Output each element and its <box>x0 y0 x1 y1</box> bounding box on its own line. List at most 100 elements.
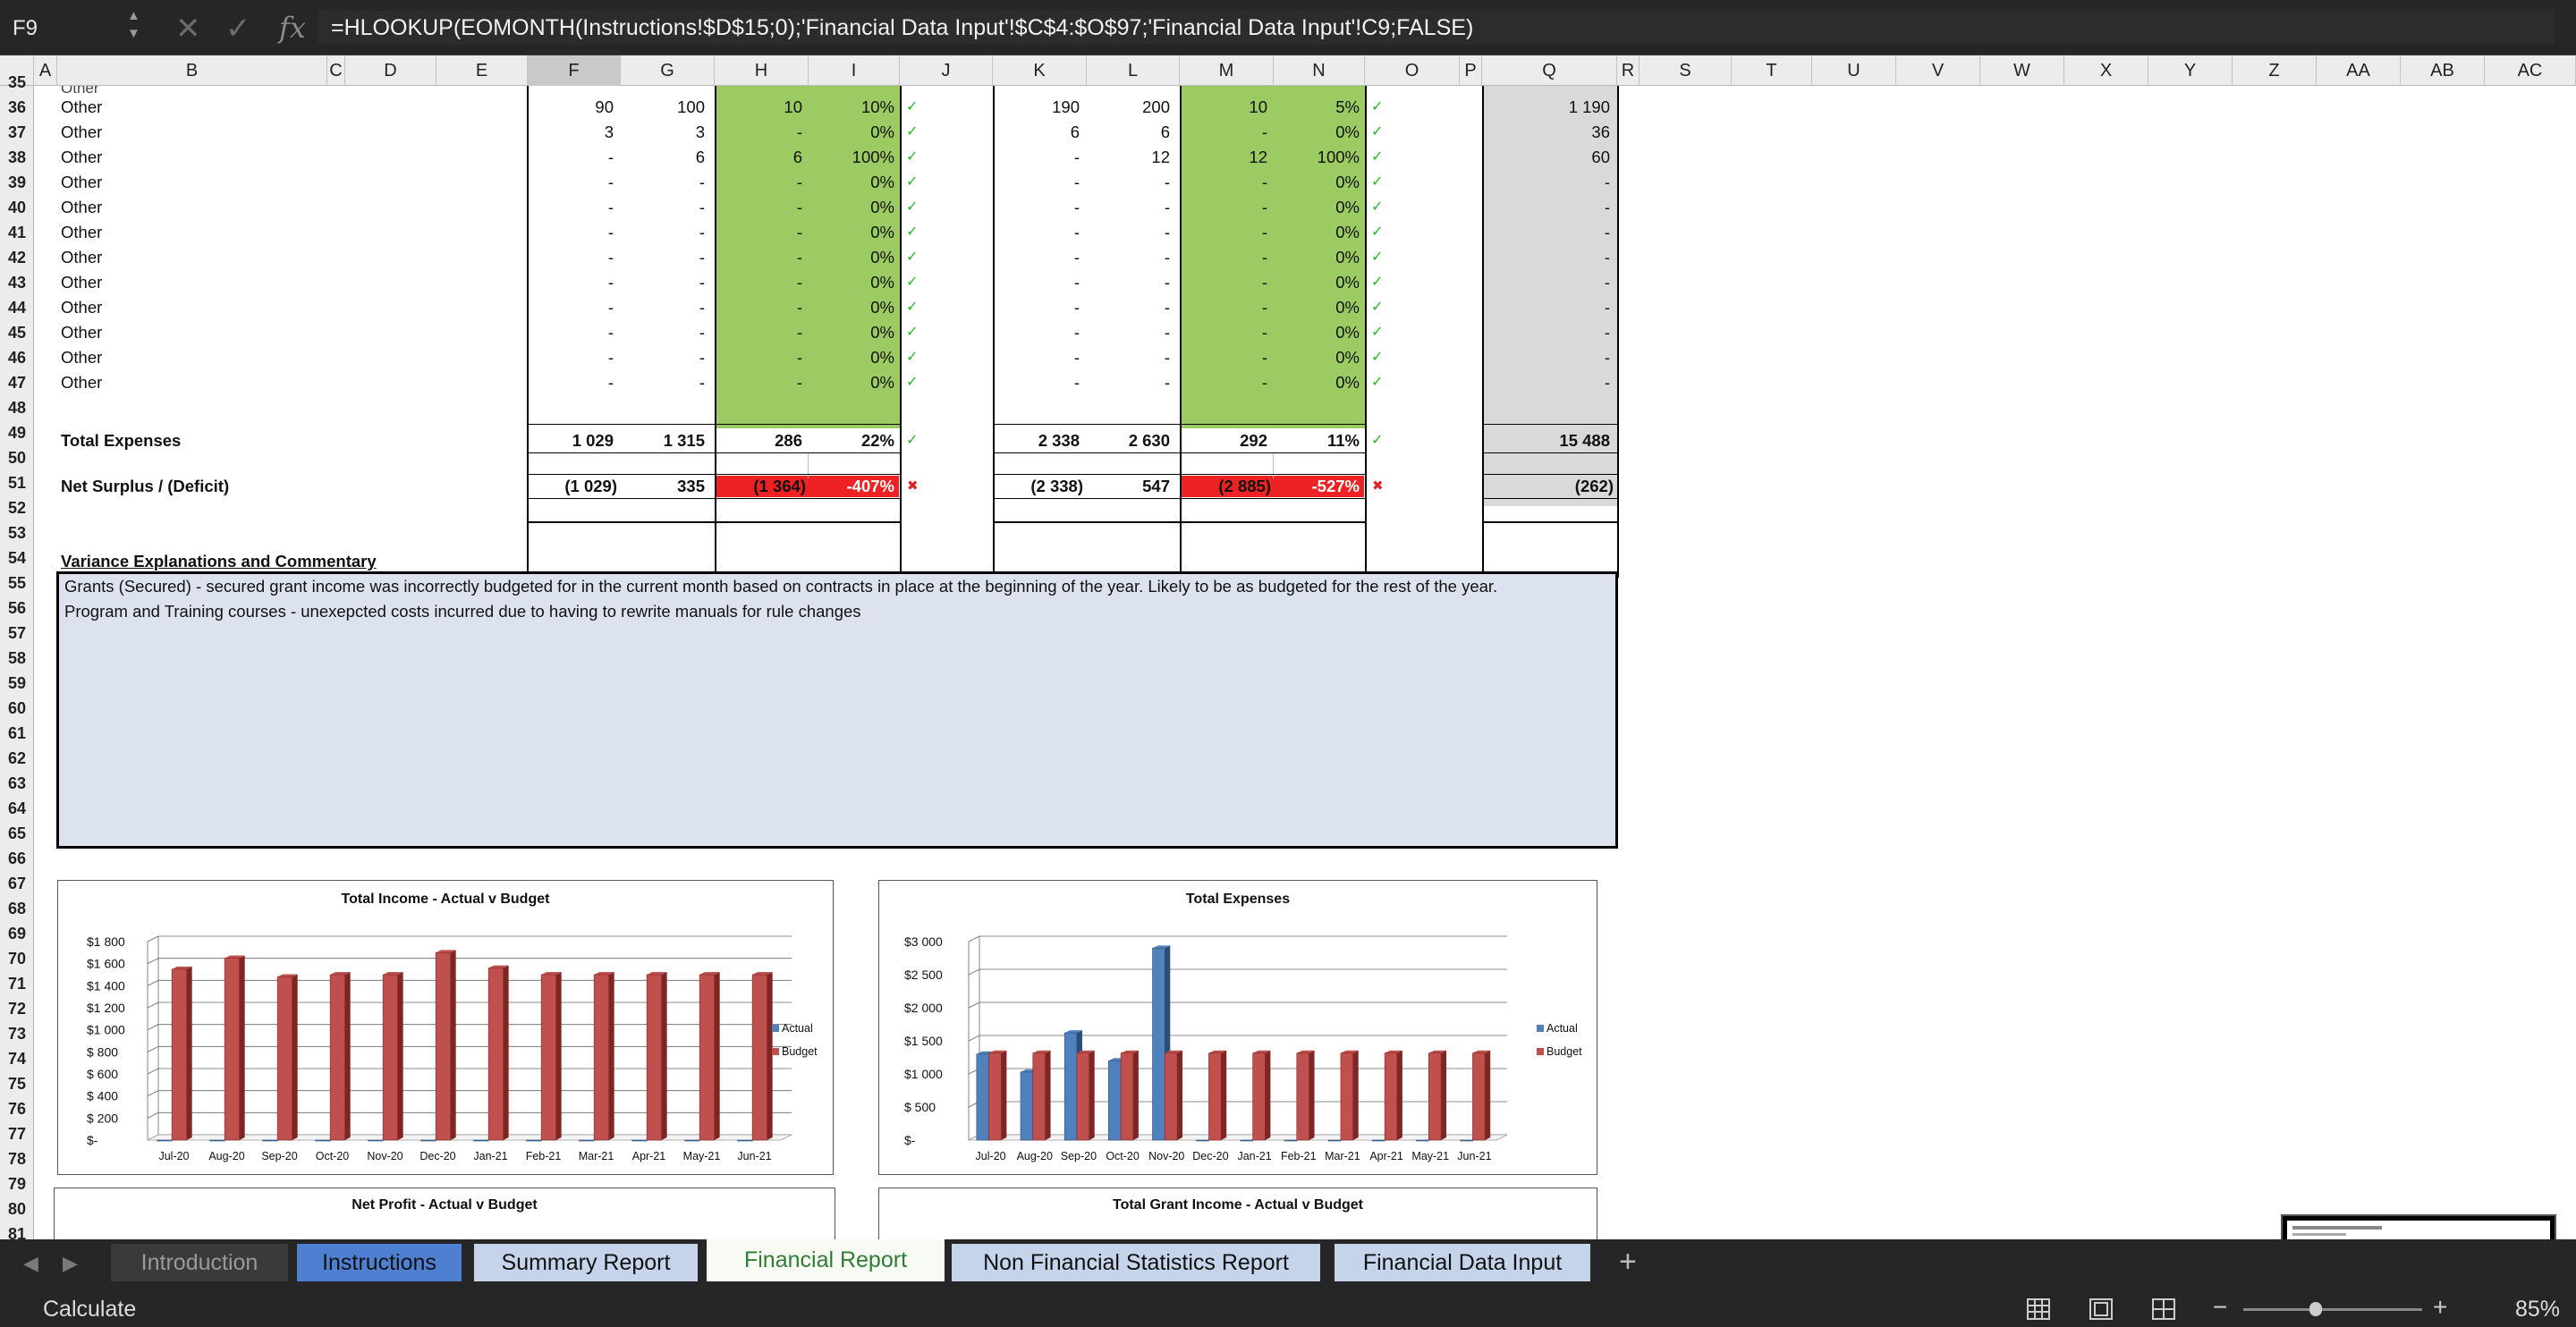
column-header-a[interactable]: A <box>34 55 57 86</box>
column-header-g[interactable]: G <box>621 55 715 86</box>
row-header[interactable]: 37 <box>0 120 34 145</box>
column-header-v[interactable]: V <box>1896 55 1980 86</box>
row-header[interactable]: 73 <box>0 1021 34 1046</box>
scroll-tabs-left-icon[interactable]: ◀ <box>23 1252 38 1275</box>
column-header-aa[interactable]: AA <box>2317 55 2401 86</box>
column-header-s[interactable]: S <box>1640 55 1732 86</box>
row-header[interactable]: 76 <box>0 1096 34 1121</box>
row-header[interactable]: 75 <box>0 1071 34 1096</box>
column-header-n[interactable]: N <box>1274 55 1365 86</box>
tab-non-financial-statistics-report[interactable]: Non Financial Statistics Report <box>952 1244 1320 1281</box>
column-header-p[interactable]: P <box>1460 55 1482 86</box>
row-header[interactable]: 62 <box>0 746 34 771</box>
row-header[interactable]: 43 <box>0 270 34 295</box>
row-header[interactable]: 41 <box>0 220 34 245</box>
row-header[interactable]: 36 <box>0 95 34 120</box>
row-header[interactable]: 48 <box>0 395 34 420</box>
row-header[interactable]: 78 <box>0 1146 34 1171</box>
row-header[interactable]: 81 <box>0 1221 34 1239</box>
column-header-o[interactable]: O <box>1365 55 1460 86</box>
formula-input[interactable]: =HLOOKUP(EOMONTH(Instructions!$D$15;0);'… <box>318 11 2555 45</box>
row-header[interactable]: 69 <box>0 921 34 946</box>
row-header[interactable]: 50 <box>0 445 34 470</box>
page-layout-view-icon[interactable] <box>2089 1298 2113 1320</box>
row-header[interactable]: 60 <box>0 696 34 721</box>
row-header[interactable]: 61 <box>0 721 34 746</box>
column-header-x[interactable]: X <box>2064 55 2148 86</box>
row-header[interactable]: 79 <box>0 1171 34 1196</box>
zoom-in-icon[interactable]: + <box>2433 1293 2447 1322</box>
row-header[interactable]: 66 <box>0 846 34 871</box>
commentary-box[interactable]: Grants (Secured) - secured grant income … <box>56 571 1618 849</box>
status-mode[interactable]: Calculate <box>43 1297 136 1323</box>
row-header[interactable]: 80 <box>0 1196 34 1221</box>
column-header-k[interactable]: K <box>993 55 1087 86</box>
column-header-q[interactable]: Q <box>1482 55 1617 86</box>
tab-financial-report[interactable]: Financial Report <box>707 1239 945 1281</box>
row-header[interactable]: 63 <box>0 771 34 796</box>
column-header-l[interactable]: L <box>1087 55 1180 86</box>
tab-introduction[interactable]: Introduction <box>111 1244 288 1281</box>
row-header[interactable]: 53 <box>0 520 34 545</box>
row-header[interactable]: 45 <box>0 320 34 345</box>
row-header[interactable]: 67 <box>0 871 34 896</box>
row-header[interactable]: 44 <box>0 295 34 320</box>
row-header[interactable]: 51 <box>0 470 34 495</box>
tab-financial-data-input[interactable]: Financial Data Input <box>1335 1244 1590 1281</box>
row-header[interactable]: 56 <box>0 596 34 621</box>
column-header-i[interactable]: I <box>809 55 900 86</box>
column-header-h[interactable]: H <box>715 55 809 86</box>
row-header[interactable]: 42 <box>0 245 34 270</box>
column-header-u[interactable]: U <box>1812 55 1896 86</box>
sheet-thumbnail-preview[interactable] <box>2281 1214 2556 1239</box>
add-sheet-icon[interactable]: + <box>1619 1245 1637 1280</box>
column-header-w[interactable]: W <box>1980 55 2064 86</box>
row-header[interactable]: 54 <box>0 545 34 571</box>
row-header[interactable]: 49 <box>0 420 34 445</box>
row-header[interactable]: 47 <box>0 370 34 395</box>
zoom-slider-thumb[interactable] <box>2309 1302 2322 1316</box>
tab-summary-report[interactable]: Summary Report <box>474 1244 698 1281</box>
column-header-ab[interactable]: AB <box>2401 55 2485 86</box>
chart-total-income[interactable]: Total Income - Actual v Budget $- $ 200 $ … <box>57 880 834 1175</box>
row-header[interactable]: 52 <box>0 495 34 520</box>
row-header[interactable]: 55 <box>0 571 34 596</box>
row-header[interactable]: 71 <box>0 971 34 996</box>
row-header[interactable]: 68 <box>0 896 34 921</box>
column-header-c[interactable]: C <box>327 55 345 86</box>
column-header-m[interactable]: M <box>1180 55 1274 86</box>
column-header-r[interactable]: R <box>1617 55 1640 86</box>
row-header[interactable]: 39 <box>0 170 34 195</box>
row-header[interactable]: 59 <box>0 671 34 696</box>
chart-grant-income[interactable]: Total Grant Income - Actual v Budget <box>878 1188 1597 1239</box>
column-header-b[interactable]: B <box>57 55 327 86</box>
row-header[interactable]: 64 <box>0 796 34 821</box>
row-header[interactable]: 70 <box>0 946 34 971</box>
column-header-t[interactable]: T <box>1732 55 1812 86</box>
spreadsheet-grid[interactable]: A B C D E F G H I J K L M N O P Q R S T U V W X Y Z AA AB AC 35 36 37 3… <box>0 55 2576 1239</box>
row-header[interactable]: 74 <box>0 1046 34 1071</box>
row-header[interactable]: 77 <box>0 1121 34 1146</box>
page-break-view-icon[interactable] <box>2152 1298 2175 1320</box>
column-header-e[interactable]: E <box>436 55 528 86</box>
chart-total-expenses[interactable]: Total Expenses $- $ 500 $1 000 $1 500 $2 000… <box>878 880 1597 1175</box>
zoom-slider[interactable] <box>2243 1308 2422 1311</box>
column-header-d[interactable]: D <box>345 55 436 86</box>
name-box-stepper-icon[interactable]: ▲ ▼ <box>127 7 140 43</box>
enter-icon[interactable]: ✓ <box>225 11 251 46</box>
row-header[interactable]: 72 <box>0 996 34 1021</box>
row-header[interactable]: 65 <box>0 821 34 846</box>
tab-instructions[interactable]: Instructions <box>297 1244 462 1281</box>
row-header[interactable]: 40 <box>0 195 34 220</box>
column-header-ac[interactable]: AC <box>2485 55 2576 86</box>
column-header-y[interactable]: Y <box>2148 55 2233 86</box>
zoom-level[interactable]: 85% <box>2515 1297 2560 1323</box>
row-header[interactable]: 35 <box>0 70 34 95</box>
column-header-j[interactable]: J <box>900 55 993 86</box>
cancel-icon[interactable]: ✕ <box>175 11 201 46</box>
row-header[interactable]: 38 <box>0 145 34 170</box>
chart-net-profit[interactable]: Net Profit - Actual v Budget <box>54 1188 835 1239</box>
scroll-tabs-right-icon[interactable]: ▶ <box>63 1252 78 1275</box>
row-header[interactable]: 58 <box>0 646 34 671</box>
function-icon[interactable]: fx <box>279 11 306 45</box>
